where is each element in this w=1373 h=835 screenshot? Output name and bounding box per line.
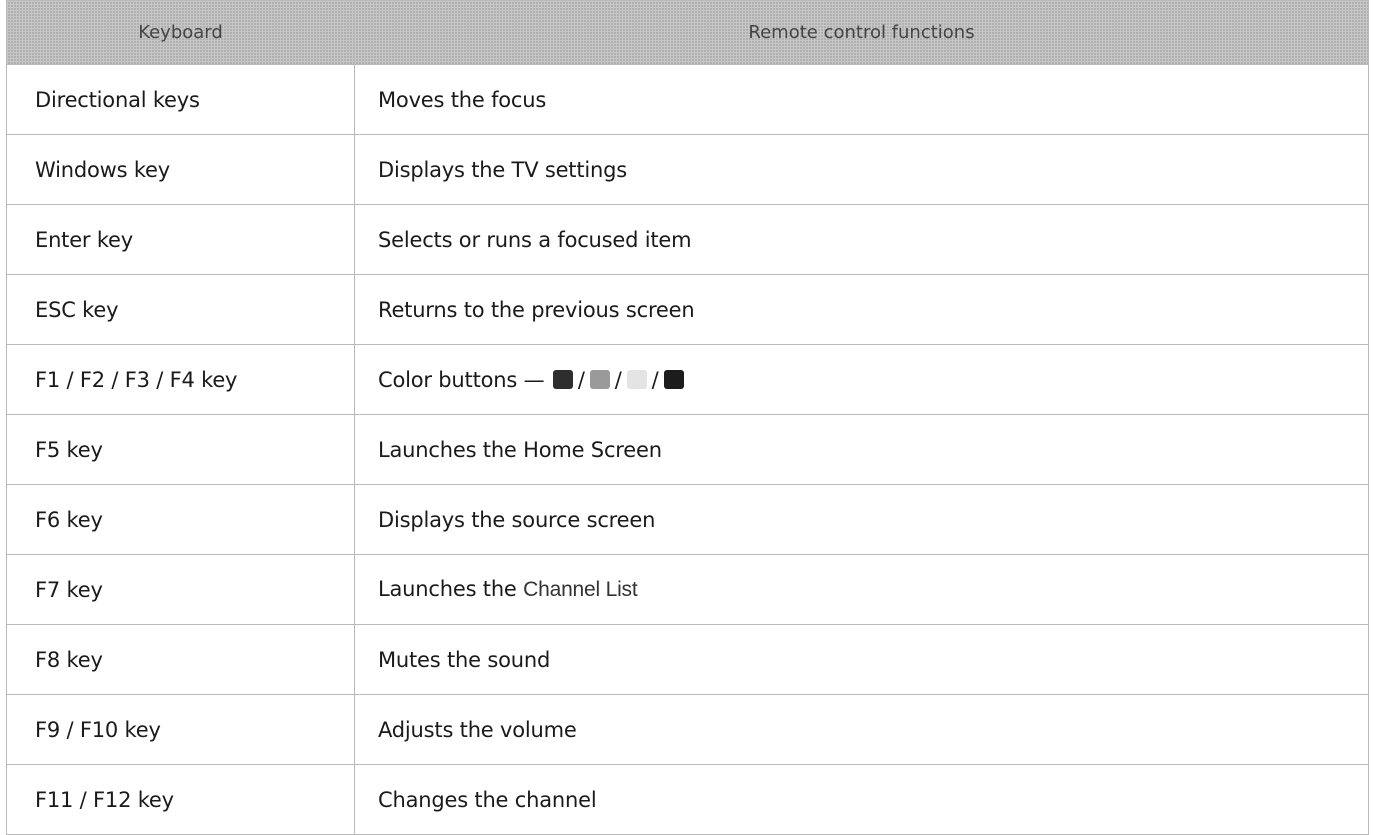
table-row: F1 / F2 / F3 / F4 key Color buttons — / /… — [6, 344, 1369, 415]
function-cell: Color buttons — / / / — [354, 344, 1369, 415]
keyboard-key-cell: ESC key — [6, 274, 355, 345]
function-cell: Adjusts the volume — [354, 694, 1369, 765]
keyboard-key-cell: F5 key — [6, 414, 355, 485]
table-row: Enter key Selects or runs a focused item — [6, 204, 1369, 275]
keyboard-key-cell: Directional keys — [6, 64, 355, 135]
red-button-swatch — [552, 369, 573, 389]
keyboard-key-cell: F8 key — [6, 624, 355, 695]
function-cell: Launches the Channel List — [354, 554, 1369, 625]
table-row: ESC key Returns to the previous screen — [6, 274, 1369, 345]
function-cell: Displays the source screen — [354, 484, 1369, 555]
table-row: F7 key Launches the Channel List — [6, 554, 1369, 625]
function-text: Launches the — [378, 577, 517, 601]
table-row: F6 key Displays the source screen — [6, 484, 1369, 555]
table-row: F8 key Mutes the sound — [6, 624, 1369, 695]
function-cell: Launches the Home Screen — [354, 414, 1369, 485]
function-cell: Moves the focus — [354, 64, 1369, 135]
yellow-button-swatch — [626, 369, 647, 389]
table-row: F5 key Launches the Home Screen — [6, 414, 1369, 485]
header-row: Keyboard Remote control functions — [6, 0, 1369, 65]
keyboard-key-cell: F7 key — [6, 554, 355, 625]
green-button-swatch — [589, 369, 610, 389]
keyboard-key-cell: Windows key — [6, 134, 355, 205]
function-cell: Mutes the sound — [354, 624, 1369, 695]
keyboard-functions-table: Keyboard Remote control functions Direct… — [6, 0, 1369, 835]
table-body: Directional keys Moves the focus Windows… — [6, 64, 1369, 835]
table-row: F11 / F12 key Changes the channel — [6, 764, 1369, 835]
color-buttons-label: Color buttons — — [378, 367, 545, 392]
keyboard-key-cell: F1 / F2 / F3 / F4 key — [6, 344, 355, 415]
keyboard-key-cell: Enter key — [6, 204, 355, 275]
table-row: F9 / F10 key Adjusts the volume — [6, 694, 1369, 765]
table-header: Keyboard Remote control functions — [6, 0, 1369, 65]
separator-slash: / — [651, 367, 659, 392]
column-header-keyboard: Keyboard — [6, 0, 355, 65]
separator-slash: / — [577, 367, 585, 392]
function-cell: Changes the channel — [354, 764, 1369, 835]
keyboard-key-cell: F9 / F10 key — [6, 694, 355, 765]
table-row: Directional keys Moves the focus — [6, 64, 1369, 135]
channel-list-term: Channel List — [523, 578, 638, 601]
column-header-remote-functions: Remote control functions — [354, 0, 1369, 65]
separator-slash: / — [614, 367, 622, 392]
table-row: Windows key Displays the TV settings — [6, 134, 1369, 205]
keyboard-key-cell: F6 key — [6, 484, 355, 555]
function-cell: Selects or runs a focused item — [354, 204, 1369, 275]
keyboard-key-cell: F11 / F12 key — [6, 764, 355, 835]
function-cell: Displays the TV settings — [354, 134, 1369, 205]
blue-button-swatch — [663, 369, 684, 389]
function-cell: Returns to the previous screen — [354, 274, 1369, 345]
